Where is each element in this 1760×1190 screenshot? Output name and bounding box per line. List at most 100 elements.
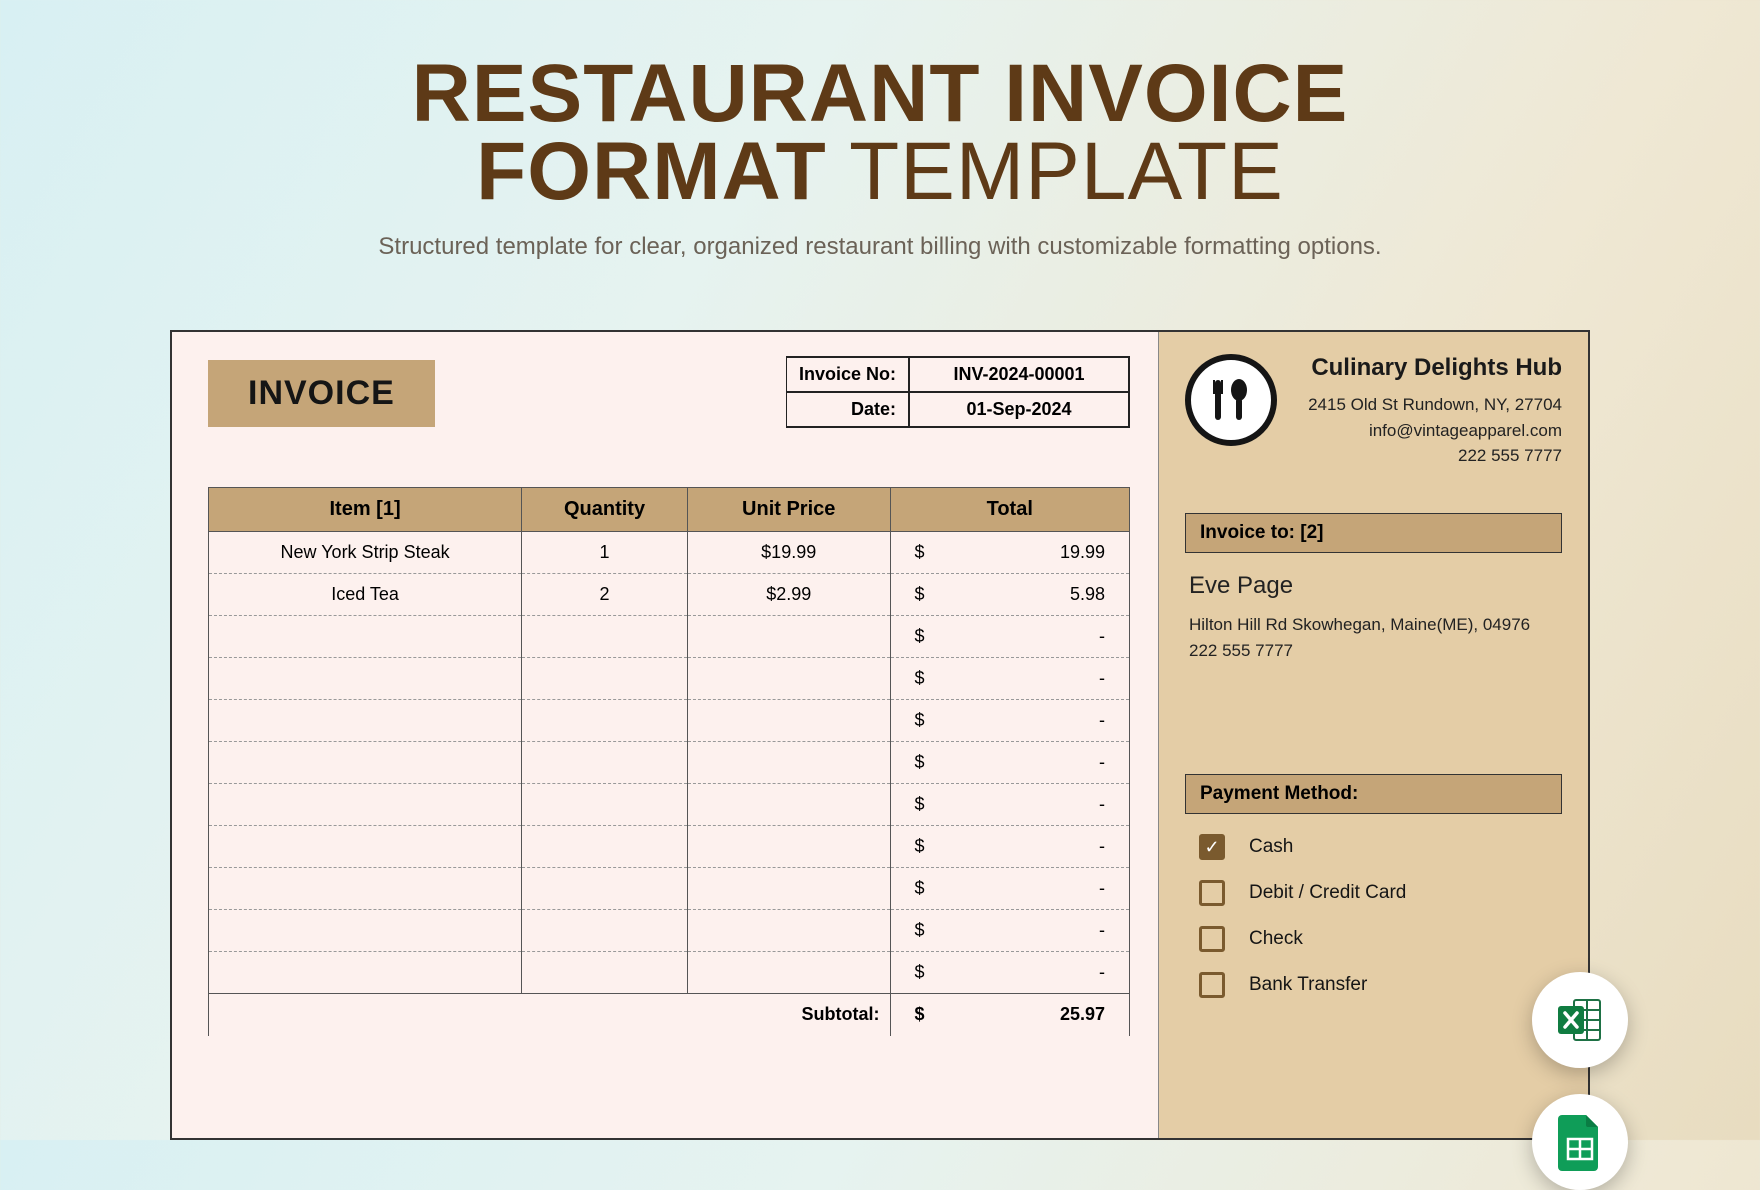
payment-option[interactable]: Debit / Credit Card bbox=[1199, 870, 1558, 916]
cell-item bbox=[209, 700, 522, 742]
cell-price: $2.99 bbox=[687, 574, 890, 616]
hero: RESTAURANT INVOICE FORMAT TEMPLATE Struc… bbox=[0, 0, 1760, 261]
col-price: Unit Price bbox=[687, 488, 890, 532]
payment-label: Bank Transfer bbox=[1249, 974, 1367, 996]
subtotal-value: 25.97 bbox=[1060, 1004, 1105, 1025]
business-phone: 222 555 7777 bbox=[1295, 443, 1562, 469]
sheets-icon bbox=[1556, 1113, 1604, 1171]
cell-qty: 2 bbox=[522, 574, 688, 616]
page-subtitle: Structured template for clear, organized… bbox=[0, 233, 1760, 261]
cell-item bbox=[209, 784, 522, 826]
business-header: Culinary Delights Hub 2415 Old St Rundow… bbox=[1185, 354, 1562, 469]
checkbox-icon: ✓ bbox=[1199, 834, 1225, 860]
invoice-date-value: 01-Sep-2024 bbox=[909, 392, 1129, 427]
cell-price bbox=[687, 616, 890, 658]
payment-option[interactable]: Check bbox=[1199, 916, 1558, 962]
payment-option[interactable]: ✓ Cash bbox=[1199, 824, 1558, 870]
cell-price: $19.99 bbox=[687, 532, 890, 574]
customer-phone: 222 555 7777 bbox=[1189, 638, 1558, 664]
table-row: $- bbox=[209, 658, 1130, 700]
cell-total: $- bbox=[890, 784, 1129, 826]
col-qty: Quantity bbox=[522, 488, 688, 532]
excel-icon bbox=[1554, 994, 1606, 1046]
business-email: info@vintageapparel.com bbox=[1295, 418, 1562, 444]
cell-price bbox=[687, 742, 890, 784]
title-line2-bold: FORMAT bbox=[476, 126, 827, 217]
cell-price bbox=[687, 784, 890, 826]
cell-total: $- bbox=[890, 952, 1129, 994]
payment-method-header: Payment Method: bbox=[1185, 774, 1562, 814]
download-sheets-button[interactable] bbox=[1532, 1094, 1628, 1190]
cell-total: $- bbox=[890, 910, 1129, 952]
table-row: $- bbox=[209, 700, 1130, 742]
table-row: New York Strip Steak1$19.99$19.99 bbox=[209, 532, 1130, 574]
cell-price bbox=[687, 952, 890, 994]
cell-total: $5.98 bbox=[890, 574, 1129, 616]
table-row: $- bbox=[209, 784, 1130, 826]
payment-method-list: ✓ Cash Debit / Credit Card Check Bank Transf… bbox=[1185, 814, 1562, 1008]
cell-qty bbox=[522, 616, 688, 658]
payment-label: Cash bbox=[1249, 836, 1293, 858]
cell-item bbox=[209, 742, 522, 784]
table-row: $- bbox=[209, 952, 1130, 994]
payment-option[interactable]: Bank Transfer bbox=[1199, 962, 1558, 1008]
cell-qty bbox=[522, 910, 688, 952]
download-excel-button[interactable] bbox=[1532, 972, 1628, 1068]
cell-price bbox=[687, 700, 890, 742]
cell-qty bbox=[522, 700, 688, 742]
cell-qty bbox=[522, 826, 688, 868]
invoice-badge: INVOICE bbox=[208, 360, 435, 427]
business-name: Culinary Delights Hub bbox=[1295, 354, 1562, 382]
invoice-to-header: Invoice to: [2] bbox=[1185, 513, 1562, 553]
customer-name: Eve Page bbox=[1189, 567, 1558, 604]
table-row: $- bbox=[209, 616, 1130, 658]
col-item: Item [1] bbox=[209, 488, 522, 532]
invoice-sheet: INVOICE Invoice No: INV-2024-00001 Date:… bbox=[170, 330, 1590, 1140]
cell-total: $- bbox=[890, 868, 1129, 910]
cell-price bbox=[687, 826, 890, 868]
cell-total: $- bbox=[890, 616, 1129, 658]
cell-total: $- bbox=[890, 658, 1129, 700]
table-row: $- bbox=[209, 742, 1130, 784]
table-row: $- bbox=[209, 910, 1130, 952]
page-title: RESTAURANT INVOICE FORMAT TEMPLATE bbox=[0, 55, 1760, 211]
cell-total: $- bbox=[890, 826, 1129, 868]
payment-label: Debit / Credit Card bbox=[1249, 882, 1406, 904]
customer-address: Hilton Hill Rd Skowhegan, Maine(ME), 049… bbox=[1189, 612, 1558, 638]
table-row: $- bbox=[209, 826, 1130, 868]
subtotal-label: Subtotal: bbox=[209, 994, 891, 1036]
cell-item: New York Strip Steak bbox=[209, 532, 522, 574]
cell-qty bbox=[522, 784, 688, 826]
cell-item bbox=[209, 826, 522, 868]
business-address: 2415 Old St Rundown, NY, 27704 bbox=[1295, 392, 1562, 418]
cell-qty bbox=[522, 742, 688, 784]
cell-item bbox=[209, 658, 522, 700]
download-buttons bbox=[1532, 972, 1628, 1190]
col-total: Total bbox=[890, 488, 1129, 532]
cell-qty bbox=[522, 952, 688, 994]
cell-total: $- bbox=[890, 742, 1129, 784]
table-row: $- bbox=[209, 868, 1130, 910]
title-line2-thin: TEMPLATE bbox=[827, 126, 1284, 217]
cell-qty: 1 bbox=[522, 532, 688, 574]
restaurant-logo-icon bbox=[1185, 354, 1277, 446]
checkbox-icon bbox=[1199, 972, 1225, 998]
invoice-sidebar: Culinary Delights Hub 2415 Old St Rundow… bbox=[1158, 332, 1588, 1138]
invoice-meta: Invoice No: INV-2024-00001 Date: 01-Sep-… bbox=[786, 356, 1130, 428]
invoice-date-label: Date: bbox=[787, 392, 909, 427]
cell-item bbox=[209, 910, 522, 952]
items-table: Item [1] Quantity Unit Price Total New Y… bbox=[208, 487, 1130, 1036]
cell-item bbox=[209, 868, 522, 910]
cell-item bbox=[209, 952, 522, 994]
invoice-no-label: Invoice No: bbox=[787, 357, 909, 392]
checkbox-icon bbox=[1199, 880, 1225, 906]
checkbox-icon bbox=[1199, 926, 1225, 952]
cell-item: Iced Tea bbox=[209, 574, 522, 616]
payment-label: Check bbox=[1249, 928, 1303, 950]
cell-price bbox=[687, 910, 890, 952]
invoice-no-value: INV-2024-00001 bbox=[909, 357, 1129, 392]
cell-item bbox=[209, 616, 522, 658]
cell-price bbox=[687, 658, 890, 700]
currency-symbol: $ bbox=[915, 1004, 925, 1025]
table-row: Iced Tea2$2.99$5.98 bbox=[209, 574, 1130, 616]
